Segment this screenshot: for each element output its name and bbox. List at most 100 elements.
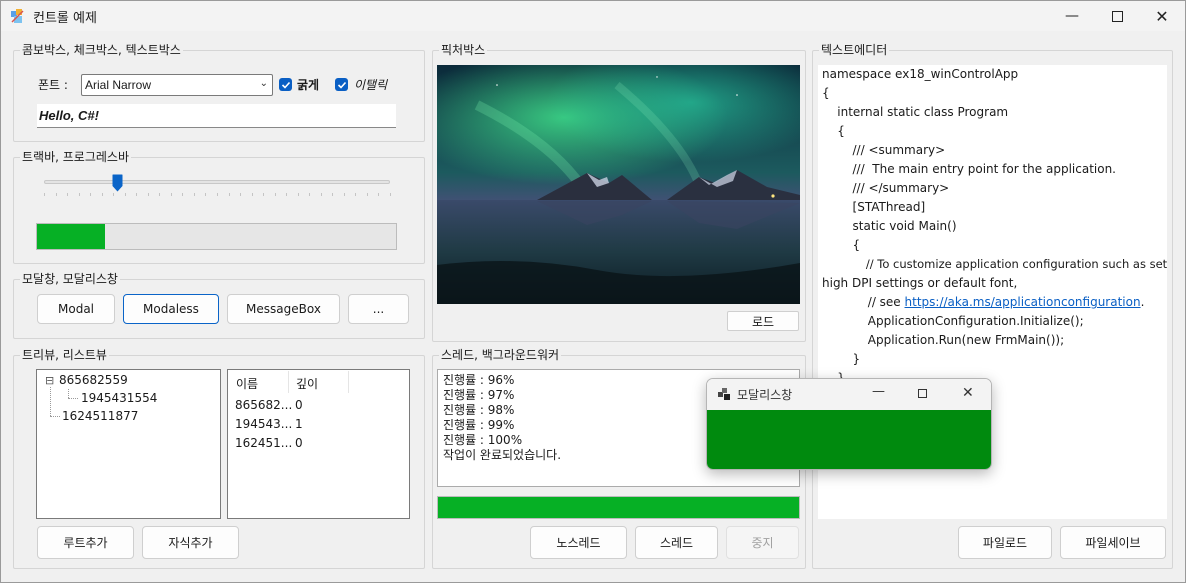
form-icon — [718, 388, 730, 400]
close-button[interactable]: ✕ — [1139, 1, 1185, 31]
editor-line: } — [822, 352, 861, 366]
trackbar-tick — [90, 193, 91, 196]
thread-button[interactable]: 스레드 — [635, 526, 718, 559]
modeless-window-title: 모달리스창 — [737, 388, 793, 402]
modeless-minimize-button[interactable]: — — [872, 384, 886, 399]
tree-connector — [68, 389, 69, 398]
trackbar[interactable] — [42, 170, 392, 200]
modeless-close-button[interactable]: ✕ — [962, 385, 974, 401]
trackbar-tick — [113, 193, 114, 196]
add-root-button[interactable]: 루트추가 — [37, 526, 134, 559]
list-row-name[interactable]: 194543... — [235, 417, 292, 431]
list-row-depth: 0 — [295, 436, 303, 450]
editor-line: /// </summary> — [822, 181, 950, 195]
tree-group-label: 트리뷰, 리스트뷰 — [20, 346, 109, 363]
bold-checkbox-label: 굵게 — [297, 78, 320, 92]
tree-connector — [68, 398, 78, 399]
trackbar-tick — [159, 193, 160, 196]
trackbar-tick — [344, 193, 345, 196]
collapse-icon[interactable]: ⊟ — [45, 374, 54, 387]
modeless-window[interactable]: 모달리스창 — ✕ — [706, 378, 992, 470]
trackbar-tick — [355, 193, 356, 196]
trackbar-tick — [182, 193, 183, 196]
italic-checkbox[interactable] — [335, 78, 348, 91]
messagebox-button[interactable]: MessageBox — [227, 294, 340, 324]
close-icon: ✕ — [962, 385, 974, 401]
editor-line: internal static class Program — [822, 105, 1009, 119]
trackbar-ticks — [44, 193, 391, 197]
trackbar-thumb[interactable] — [112, 174, 123, 192]
close-icon: ✕ — [1155, 6, 1169, 26]
trackbar-tick — [194, 193, 195, 196]
minimize-icon: — — [872, 384, 885, 399]
trackbar-tick — [125, 193, 126, 196]
sample-textbox[interactable]: Hello, C#! — [37, 104, 396, 128]
trackbar-tick — [229, 193, 230, 196]
tree-node-root-1[interactable]: 865682559 — [59, 373, 128, 387]
trackbar-tick — [367, 193, 368, 196]
check-icon — [337, 81, 346, 89]
trackbar-tick — [205, 193, 206, 196]
thread-group-label: 스레드, 백그라운드워커 — [439, 346, 562, 363]
editor-line: // To customize application configuratio… — [822, 257, 1168, 271]
editor-line-prefix: // see — [822, 295, 905, 309]
trackbar-tick — [136, 193, 137, 196]
file-load-button[interactable]: 파일로드 — [958, 526, 1052, 559]
font-label: 폰트 : — [38, 78, 68, 92]
trackbar-tick — [298, 193, 299, 196]
trackbar-tick — [263, 193, 264, 196]
list-row-name[interactable]: 162451... — [235, 436, 292, 450]
modeless-button[interactable]: Modaless — [123, 294, 219, 324]
trackbar-tick — [148, 193, 149, 196]
log-line: 진행률 : 98% — [443, 403, 515, 417]
modeless-maximize-button[interactable] — [918, 389, 927, 398]
trackbar-track — [44, 180, 390, 184]
trackbar-tick — [79, 193, 80, 196]
bold-checkbox[interactable] — [279, 78, 292, 91]
editor-line: { — [822, 238, 861, 252]
trackbar-tick — [390, 193, 391, 196]
log-line: 진행률 : 96% — [443, 373, 515, 387]
modal-group-label: 모달창, 모달리스창 — [20, 270, 120, 287]
editor-group-label: 텍스트에디터 — [819, 41, 890, 58]
more-button[interactable]: ... — [348, 294, 409, 324]
thread-log-lines: 진행률 : 96% 진행률 : 97% 진행률 : 98% 진행률 : 99% … — [443, 373, 561, 463]
trackbar-tick — [171, 193, 172, 196]
minimize-icon: — — [1065, 8, 1079, 24]
chevron-down-icon: ⌄ — [259, 78, 268, 89]
editor-line: [STAThread] — [822, 200, 926, 214]
editor-hyperlink[interactable]: https://aka.ms/applicationconfiguration — [905, 295, 1141, 309]
column-header-depth[interactable]: 깊이 — [289, 371, 349, 393]
tree-connector — [50, 416, 60, 417]
window-title: 컨트롤 예제 — [33, 11, 97, 26]
italic-checkbox-label: 이탤릭 — [354, 78, 388, 92]
treeview[interactable]: ⊟ 865682559 1945431554 1624511877 — [36, 369, 221, 519]
tree-node-child-1[interactable]: 1945431554 — [81, 391, 157, 405]
no-thread-button[interactable]: 노스레드 — [530, 526, 627, 559]
minimize-button[interactable]: — — [1049, 1, 1095, 31]
list-row-name[interactable]: 865682... — [235, 398, 292, 412]
modeless-title-bar: 모달리스창 — ✕ — [707, 379, 991, 410]
progress-bar-2 — [437, 496, 800, 519]
tree-node-root-2[interactable]: 1624511877 — [62, 409, 138, 423]
trackbar-tick — [102, 193, 103, 196]
trackbar-tick — [332, 193, 333, 196]
load-image-button[interactable]: 로드 — [727, 311, 799, 331]
file-save-button[interactable]: 파일세이브 — [1060, 526, 1166, 559]
stop-button[interactable]: 중지 — [726, 526, 799, 559]
trackbar-tick — [286, 193, 287, 196]
picturebox-aurora-image — [437, 65, 800, 304]
font-combobox-value: Arial Narrow — [85, 78, 152, 92]
maximize-icon — [1111, 10, 1123, 22]
listview[interactable]: 이름 깊이 865682... 0 194543... 1 162451... … — [227, 369, 410, 519]
tree-connector — [50, 387, 51, 416]
font-combobox[interactable]: Arial Narrow ⌄ — [81, 74, 273, 96]
modal-button[interactable]: Modal — [37, 294, 115, 324]
list-row-depth: 1 — [295, 417, 303, 431]
maximize-button[interactable] — [1094, 1, 1140, 31]
editor-line: high DPI settings or default font, — [822, 276, 1018, 290]
add-child-button[interactable]: 자식추가 — [142, 526, 239, 559]
modeless-window-body — [707, 410, 991, 469]
column-header-name[interactable]: 이름 — [229, 371, 289, 393]
trackbar-tick — [275, 193, 276, 196]
